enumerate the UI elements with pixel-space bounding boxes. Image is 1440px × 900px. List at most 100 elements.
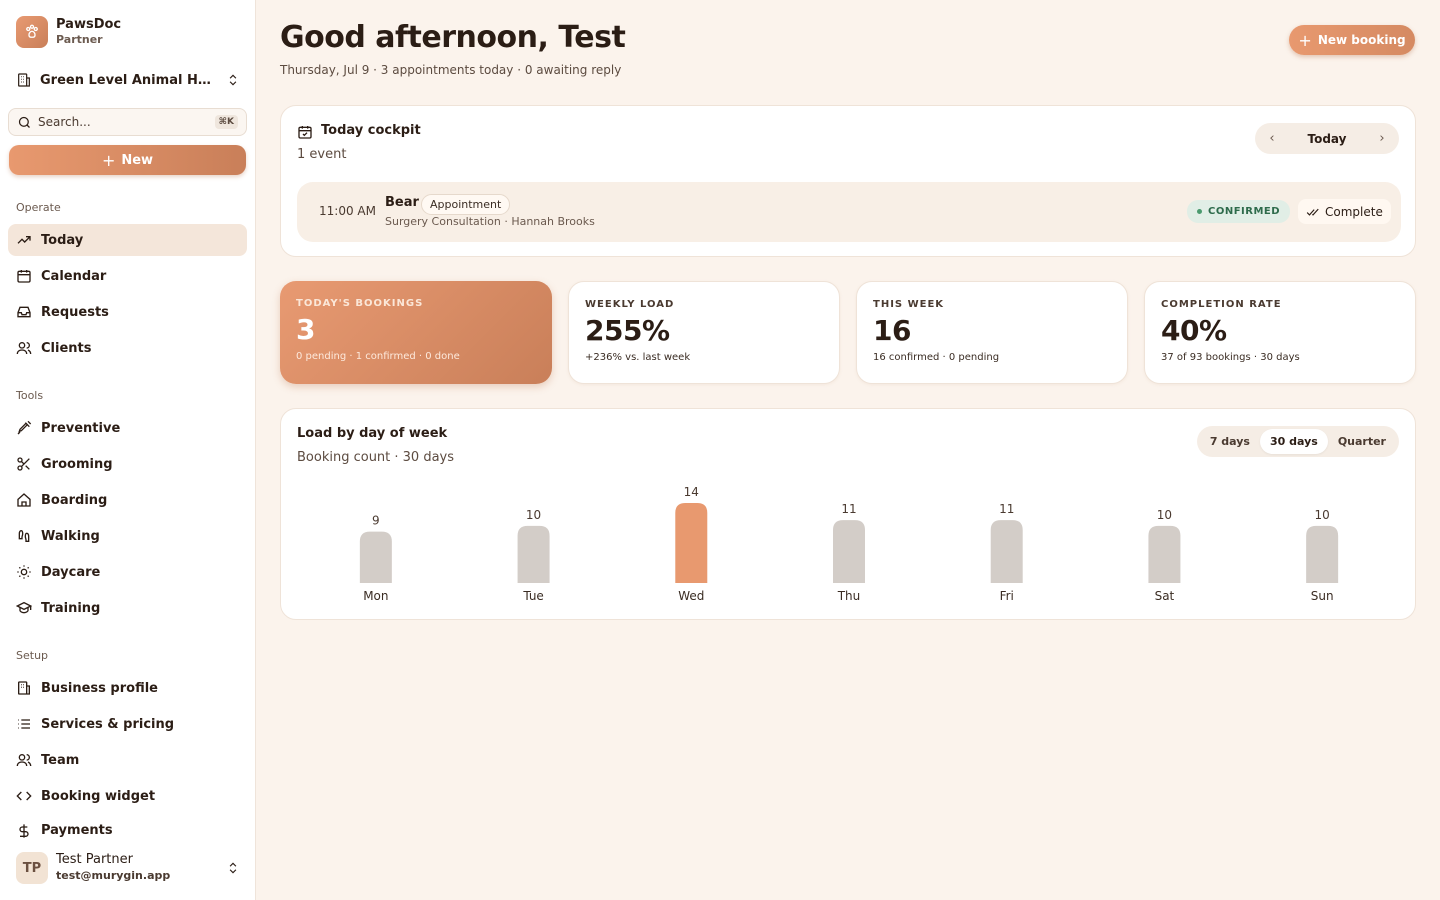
bar-sat[interactable] — [1148, 525, 1181, 583]
load-chart-card: Load by day of week Booking count · 30 d… — [280, 408, 1416, 620]
status-label: CONFIRMED — [1208, 206, 1281, 217]
search-box[interactable]: ⌘K — [8, 108, 247, 136]
sidebar-item-walking[interactable]: Walking — [8, 520, 247, 552]
sidebar-item-daycare[interactable]: Daycare — [8, 556, 247, 588]
sidebar-item-team[interactable]: Team — [8, 744, 247, 776]
app-role: Partner — [56, 33, 103, 46]
code-icon — [16, 791, 32, 801]
stat-card-weekly-load: WEEKLY LOAD 255% +236% vs. last week — [568, 281, 840, 384]
sidebar-item-label: Business profile — [41, 680, 158, 696]
sidebar-item-label: Training — [41, 600, 101, 616]
sidebar-item-calendar[interactable]: Calendar — [8, 260, 247, 292]
stat-label: TODAY'S BOOKINGS — [296, 298, 424, 309]
date-today-button[interactable]: Today — [1308, 132, 1347, 146]
range-quarter[interactable]: Quarter — [1328, 429, 1396, 454]
sidebar-item-requests[interactable]: Requests — [8, 296, 247, 328]
new-button[interactable]: + New — [9, 145, 246, 175]
bar-value-label: 9 — [372, 514, 380, 528]
stat-value: 40% — [1161, 314, 1227, 347]
sidebar-item-preventive[interactable]: Preventive — [8, 412, 247, 444]
plus-icon: + — [101, 150, 116, 170]
bar-value-label: 10 — [526, 508, 541, 522]
sidebar-item-grooming[interactable]: Grooming — [8, 448, 247, 480]
bar-sun[interactable] — [1306, 525, 1339, 583]
range-7-days[interactable]: 7 days — [1200, 429, 1260, 454]
chart-title: Load by day of week — [297, 426, 448, 441]
users-icon — [16, 754, 32, 767]
event-type-badge: Appointment — [421, 194, 511, 215]
brand[interactable]: PawsDoc Partner — [16, 16, 121, 48]
sidebar-item-label: Services & pricing — [41, 716, 175, 732]
cockpit-title: Today cockpit — [321, 123, 421, 138]
today-cockpit-card: Today cockpit 1 event ‹ Today › 11:00 AM… — [280, 105, 1416, 257]
date-navigator: ‹ Today › — [1255, 123, 1399, 154]
chevron-left-icon[interactable]: ‹ — [1265, 131, 1279, 146]
x-tick-label: Sun — [1311, 589, 1334, 603]
footprints-icon — [18, 529, 30, 542]
stat-note: 16 confirmed · 0 pending — [873, 352, 1000, 363]
stat-note: 0 pending · 1 confirmed · 0 done — [296, 351, 460, 362]
sidebar-item-label: Boarding — [41, 492, 108, 508]
graduation-cap-icon — [16, 601, 32, 614]
complete-label: Complete — [1325, 204, 1383, 219]
user-menu[interactable]: TP Test Partner test@murygin.app — [16, 850, 240, 886]
status-dot-icon — [1197, 209, 1202, 214]
search-input[interactable] — [38, 115, 209, 129]
range-30-days[interactable]: 30 days — [1259, 429, 1328, 454]
x-tick-label: Wed — [678, 589, 704, 603]
bar-value-label: 11 — [999, 502, 1014, 516]
nav-section-setup: Setup — [16, 649, 49, 662]
sidebar-item-label: Today — [41, 232, 84, 248]
sidebar-item-payments[interactable]: Payments — [8, 816, 247, 838]
avatar: TP — [16, 852, 48, 884]
sidebar-item-business-profile[interactable]: Business profile — [8, 672, 247, 704]
bar-value-label: 10 — [1315, 508, 1330, 522]
sidebar-item-today[interactable]: Today — [8, 224, 247, 256]
sidebar-item-services-pricing[interactable]: Services & pricing — [8, 708, 247, 740]
new-booking-label: New booking — [1317, 33, 1406, 47]
bar-mon[interactable] — [359, 531, 392, 583]
stat-note: +236% vs. last week — [585, 352, 691, 363]
sidebar-item-label: Booking widget — [41, 788, 156, 804]
sidebar-item-label: Walking — [41, 528, 100, 544]
bar-thu[interactable] — [833, 520, 865, 583]
bar-fri[interactable] — [990, 520, 1023, 583]
sidebar-item-label: Grooming — [41, 456, 113, 472]
app-name: PawsDoc — [56, 17, 122, 32]
stat-note: 37 of 93 bookings · 30 days — [1161, 352, 1300, 363]
cockpit-count: 1 event — [297, 147, 347, 162]
chevrons-up-down-icon — [229, 862, 237, 874]
calendar-icon — [17, 270, 31, 283]
stat-card-completion-rate: COMPLETION RATE 40% 37 of 93 bookings · … — [1144, 281, 1416, 384]
sidebar-item-label: Calendar — [41, 268, 107, 284]
double-check-icon — [1306, 208, 1319, 216]
sidebar-item-booking-widget[interactable]: Booking widget — [8, 780, 247, 812]
stat-card-this-week: THIS WEEK 16 16 confirmed · 0 pending — [856, 281, 1128, 384]
stat-value: 3 — [296, 313, 315, 346]
new-booking-button[interactable]: + New booking — [1289, 25, 1415, 55]
building-icon — [18, 681, 30, 695]
sidebar-item-clients[interactable]: Clients — [8, 332, 247, 364]
bar-value-label: 14 — [684, 485, 699, 499]
sidebar-item-boarding[interactable]: Boarding — [8, 484, 247, 516]
calendar-check-icon — [298, 126, 312, 139]
sidebar-item-training[interactable]: Training — [8, 592, 247, 624]
x-tick-label: Fri — [1000, 589, 1014, 603]
x-tick-label: Tue — [522, 589, 544, 603]
stat-label: WEEKLY LOAD — [585, 299, 675, 310]
list-icon — [18, 719, 30, 729]
bar-wed[interactable] — [675, 503, 708, 583]
page-title: Good afternoon, Test — [280, 20, 626, 55]
event-row[interactable]: 11:00 AM Bear Appointment Surgery Consul… — [297, 182, 1401, 242]
chevron-right-icon[interactable]: › — [1375, 131, 1389, 146]
org-switcher[interactable]: Green Level Animal Hos... — [16, 68, 240, 92]
syringe-icon — [17, 420, 32, 435]
user-name: Test Partner — [56, 852, 133, 867]
stat-label: THIS WEEK — [873, 299, 945, 310]
stat-card-todays-bookings: TODAY'S BOOKINGS 3 0 pending · 1 confirm… — [280, 281, 552, 384]
sidebar-item-label: Requests — [41, 304, 109, 320]
bar-tue[interactable] — [517, 525, 550, 583]
status-badge: CONFIRMED — [1187, 200, 1291, 223]
complete-button[interactable]: Complete — [1298, 199, 1391, 224]
user-email: test@murygin.app — [56, 869, 171, 882]
